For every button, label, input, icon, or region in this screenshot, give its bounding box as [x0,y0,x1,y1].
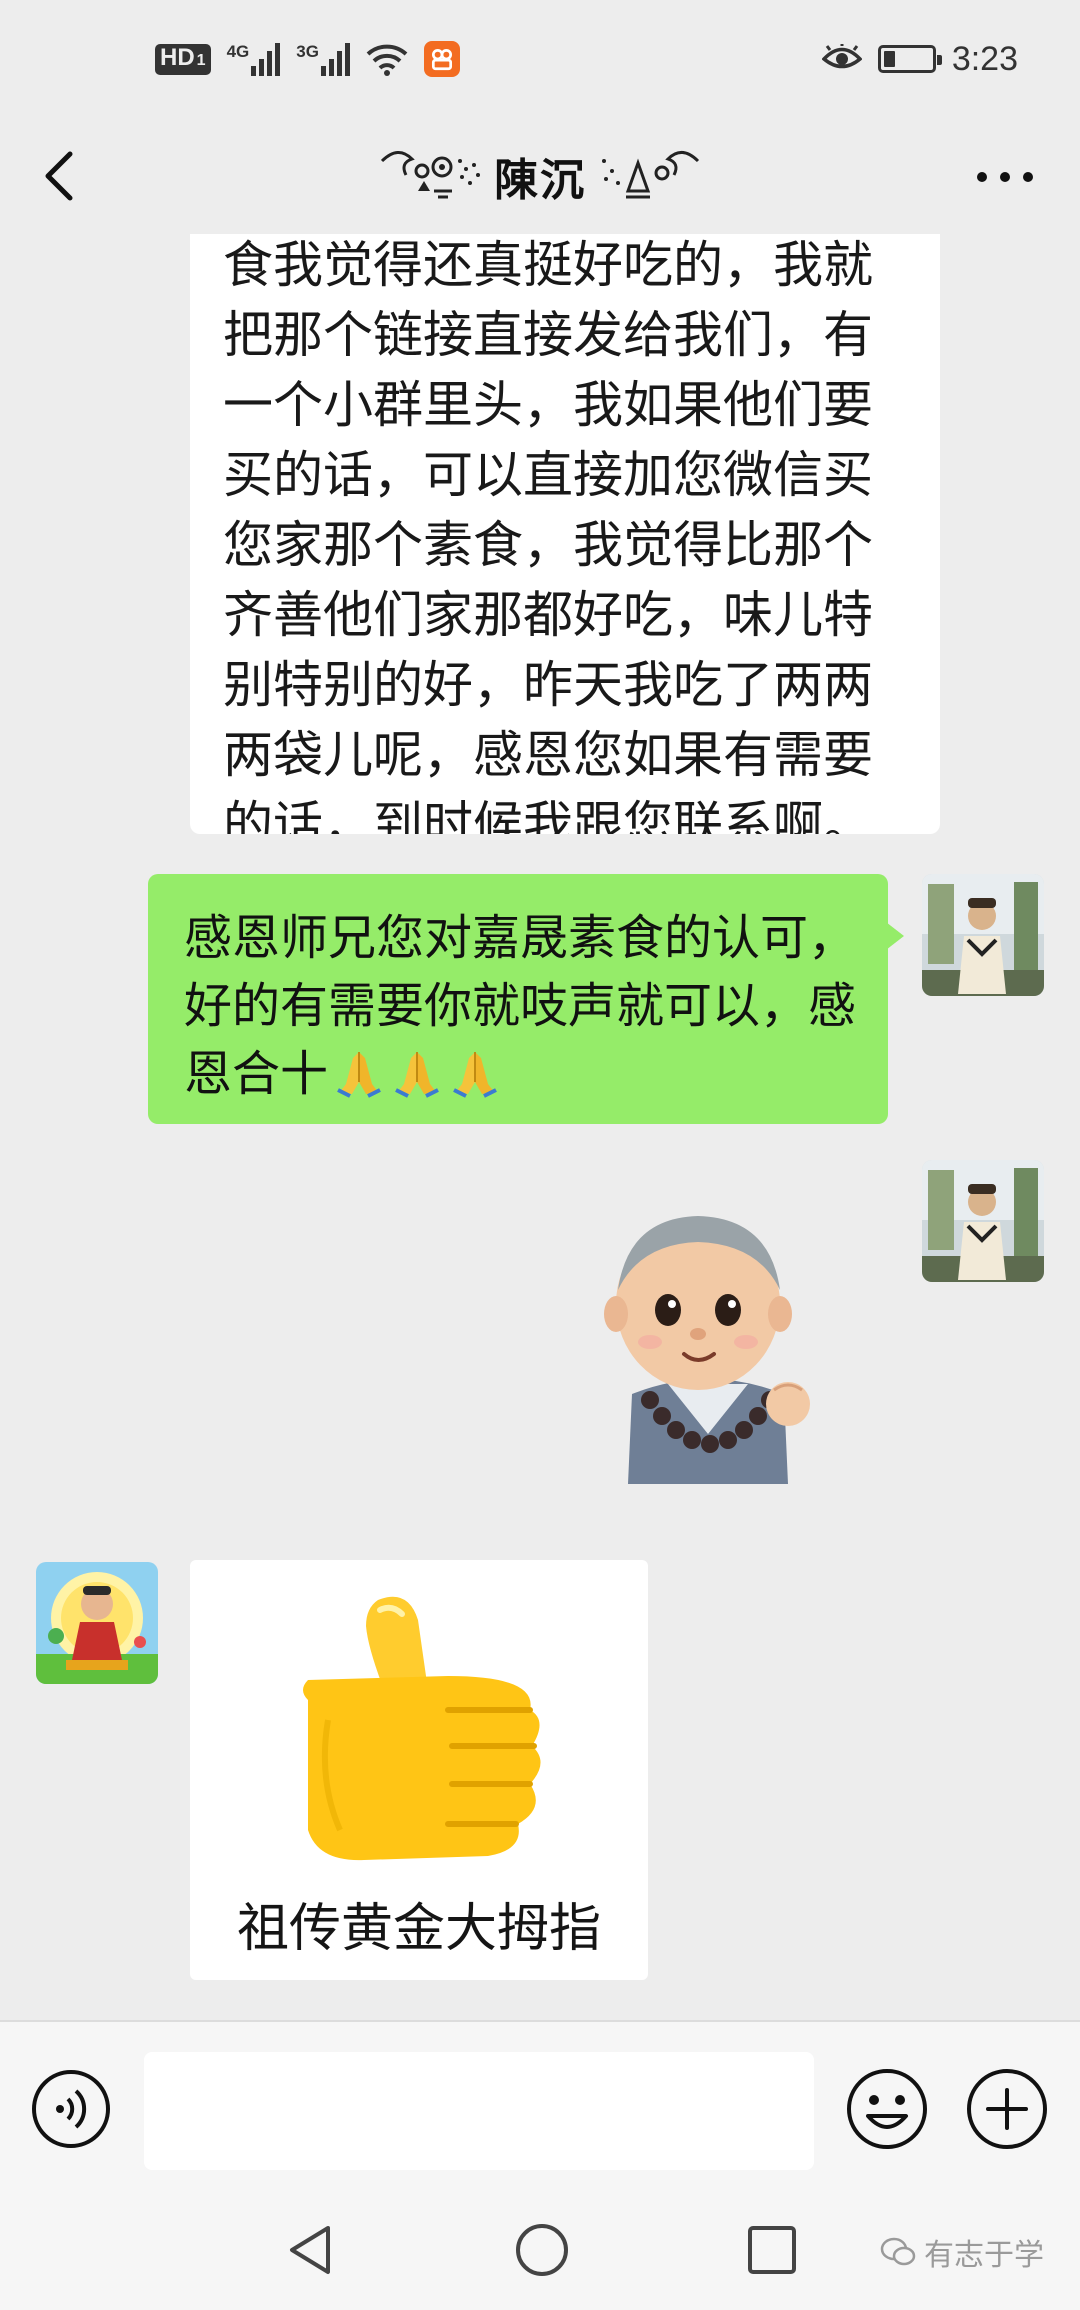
net-4g-label: 4G [226,42,250,61]
chat-title-wrap[interactable]: 陳沉 [378,141,702,211]
hd-sub-label: 1 [196,51,206,69]
right-ornament-icon [602,151,700,199]
chat-header: 陳沉 [0,118,1080,234]
thumbs-up-sticker[interactable]: 祖传黄金大拇指 [190,1560,648,1980]
incoming-text-bubble[interactable]: 食我觉得还真挺好吃的，我就把那个链接直接发给我们，有一个小群里头，我如果他们要买… [190,234,940,834]
left-ornament-icon [380,151,480,199]
system-back-icon[interactable] [282,2220,338,2280]
net-3g-label: 3G [296,42,319,61]
smile-icon[interactable] [844,2066,930,2152]
app-notification-icon [423,41,460,77]
chevron-left-icon[interactable] [38,148,84,204]
thumbs-up-emoji-icon [303,1596,541,1861]
status-bar: HD 1 4G 3G 3:23 [0,0,1080,118]
input-bar [0,2020,1080,2190]
hd-indicator: HD 1 [155,43,211,75]
chat-history[interactable]: 食我觉得还真挺好吃的，我就把那个链接直接发给我们，有一个小群里头，我如果他们要买… [0,234,1080,2020]
system-home-icon[interactable] [512,2220,572,2280]
avatar[interactable] [922,874,1044,996]
outgoing-text-bubble[interactable]: 感恩师兄您对嘉晟素食的认可，好的有需要你就吱声就可以，感恩合十 [148,874,904,1124]
folded-hands-emoji-icon [395,1052,439,1098]
plus-circle-icon[interactable] [964,2066,1050,2152]
battery-level [883,51,895,67]
more-horizontal-icon[interactable] [970,162,1040,192]
wechat-icon [880,2237,916,2266]
sticker-caption: 祖传黄金大拇指 [236,1899,601,1959]
avatar[interactable] [922,1160,1044,1282]
eye-comfort-icon [821,44,862,69]
message-input[interactable] [144,2052,814,2170]
voice-icon[interactable] [30,2068,112,2150]
outgoing-message-text: 感恩师兄您对嘉晟素食的认可，好的有需要你就吱声就可以，感恩合十 [184,910,857,1102]
signal-4g-icon: 4G [227,42,281,76]
status-time: 3:23 [951,39,1018,78]
chat-title: 陳沉 [494,155,586,206]
signal-3g-icon: 3G [296,42,350,76]
wifi-icon [366,44,408,76]
status-left: HD 1 4G 3G [155,41,460,77]
watermark: 有志于学 [880,2230,1044,2274]
watermark-text: 有志于学 [924,2238,1044,2273]
battery-icon [877,45,942,73]
folded-hands-emoji-icon [453,1052,497,1098]
folded-hands-emoji-icon [337,1052,381,1098]
avatar[interactable] [36,1562,158,1684]
system-recent-apps-icon[interactable] [744,2222,800,2278]
incoming-message-text: 食我觉得还真挺好吃的，我就把那个链接直接发给我们，有一个小群里头，我如果他们要买… [223,236,873,834]
system-navigation-bar: 有志于学 [0,2190,1080,2310]
monk-sticker[interactable] [588,1194,828,1484]
hd-label: HD [160,43,195,71]
status-right: 3:23 [821,39,1018,79]
